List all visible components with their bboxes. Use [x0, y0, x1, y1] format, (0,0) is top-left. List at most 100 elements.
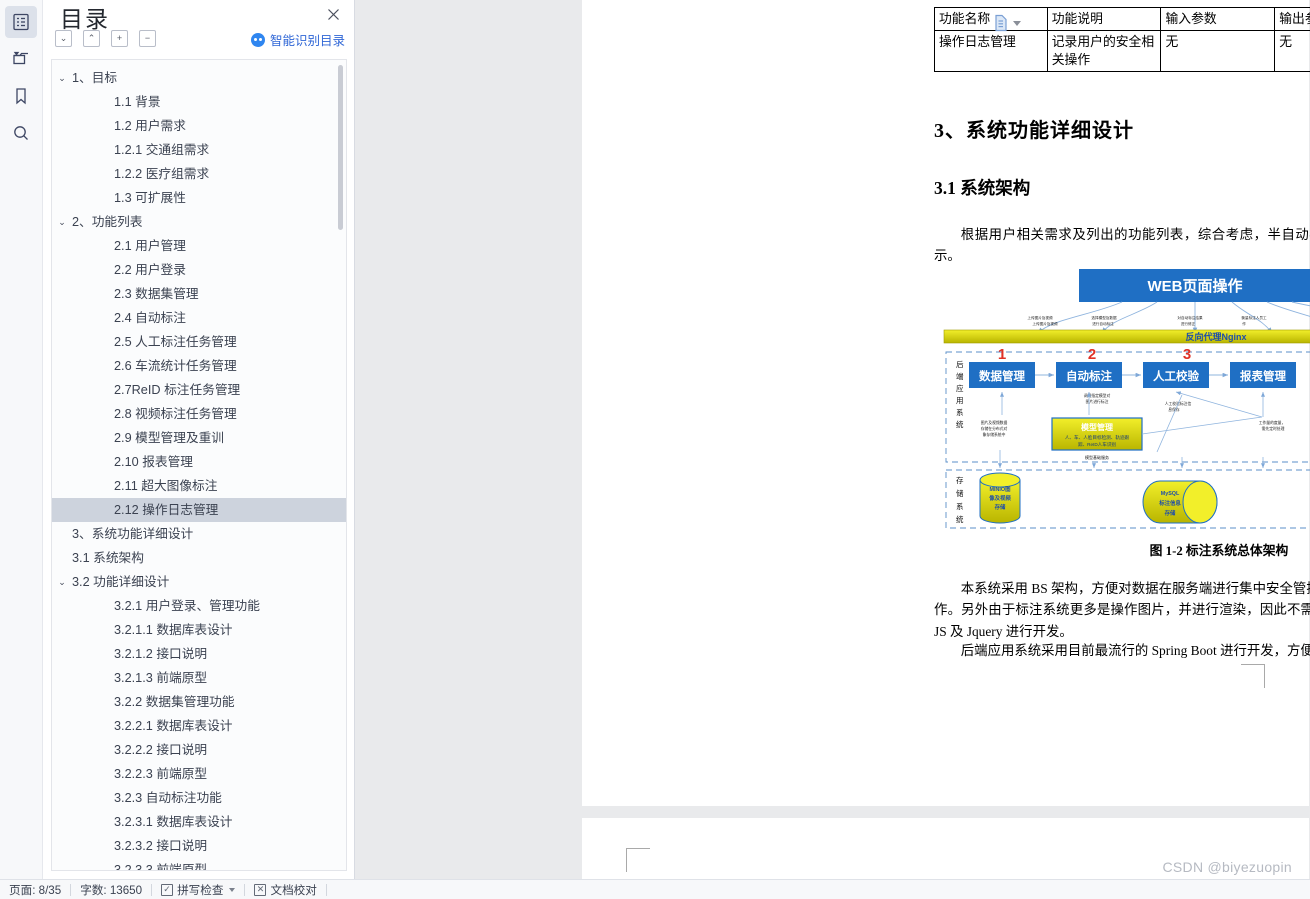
toc-item-label: 3.2.3 自动标注功能	[114, 791, 222, 805]
toc-item[interactable]: 3.2.3 自动标注功能	[52, 786, 346, 810]
chevron-down-icon[interactable]: ⌄	[56, 66, 68, 90]
spellcheck-button[interactable]: ✓ 拼写检查	[152, 880, 244, 899]
close-icon[interactable]	[323, 4, 343, 24]
toc-item[interactable]: 2.6 车流统计任务管理	[52, 354, 346, 378]
smart-ai-icon	[250, 32, 265, 47]
svg-text:选择模型及数据: 选择模型及数据	[1091, 315, 1117, 320]
diagram-module-box: 自动标注	[1066, 369, 1112, 383]
toc-item[interactable]: 3.2.1.2 接口说明	[52, 642, 346, 666]
table-cell: 操作日志管理	[934, 30, 1048, 73]
toc-item[interactable]: 3.2.1 用户登录、管理功能	[52, 594, 346, 618]
toc-item[interactable]: ⌄ 1、目标	[52, 66, 346, 90]
toc-item-label: 3.2.2.1 数据库表设计	[114, 719, 233, 733]
toc-item[interactable]: 3.2.3.2 接口说明	[52, 834, 346, 858]
divider	[325, 883, 327, 896]
svg-text:标注信息: 标注信息	[1158, 499, 1181, 507]
svg-text:息保存: 息保存	[1168, 407, 1180, 412]
toc-item-label: 3.2.3.3 前端原型	[114, 863, 208, 871]
document-viewport[interactable]: 2.12 操作日志管理 功能名称 功能说明 输入参数 输出参数 操作日志管理 记…	[355, 0, 1310, 879]
toc-item-label: 2.1 用户管理	[114, 239, 186, 253]
toc-item[interactable]: 3.2.2 数据集管理功能	[52, 690, 346, 714]
toc-item[interactable]: ⌄ 3.2 功能详细设计	[52, 570, 346, 594]
proofread-label: 文档校对	[270, 883, 317, 897]
svg-text:2: 2	[1088, 346, 1096, 363]
watermark: CSDN @biyezuopin	[1162, 859, 1292, 875]
table-header-row: 功能名称 功能说明 输入参数 输出参数	[934, 6, 1310, 32]
collapse-up-button[interactable]: ⌃	[83, 30, 100, 47]
toc-item[interactable]: 2.11 超大图像标注	[52, 474, 346, 498]
toc-item[interactable]: 2.10 报表管理	[52, 450, 346, 474]
toc-item[interactable]: 2.3 数据集管理	[52, 282, 346, 306]
chevron-down-icon[interactable]: ⌄	[56, 210, 68, 234]
sidebar-icon-rail	[0, 0, 43, 879]
svg-text:进行自动标注: 进行自动标注	[1092, 321, 1114, 326]
toc-item[interactable]: 2.9 模型管理及重训	[52, 426, 346, 450]
x-mark-icon: ✕	[254, 883, 267, 896]
chevron-down-icon	[229, 887, 236, 892]
toc-item[interactable]: 1.2.2 医疗组需求	[52, 162, 346, 186]
toc-panel: 目录 ⌄ ⌃ + − 智能识别目录 ⌄ 1、目标 1.1 背景 1.2 用户需求…	[43, 0, 355, 879]
status-word-count[interactable]: 字数: 13650	[71, 880, 151, 899]
toc-item[interactable]: 1.3 可扩展性	[52, 186, 346, 210]
checkmark-icon: ✓	[161, 883, 174, 896]
toc-scrollbar[interactable]	[338, 65, 343, 230]
svg-text:用: 用	[956, 396, 964, 405]
search-icon[interactable]	[5, 117, 37, 149]
svg-text:调用指定模型对: 调用指定模型对	[1084, 393, 1111, 398]
diagram-module-box: 人工校验	[1153, 369, 1199, 383]
table-cell: 无	[1274, 30, 1310, 73]
toc-item[interactable]: 1.2 用户需求	[52, 114, 346, 138]
toc-item[interactable]: 3、系统功能详细设计	[52, 522, 346, 546]
bookmark-icon[interactable]	[5, 80, 37, 112]
toc-item[interactable]: ⌄ 2、功能列表	[52, 210, 346, 234]
document-format-icon[interactable]	[993, 14, 1021, 32]
toc-document-icon[interactable]	[5, 6, 37, 38]
table-header-cell: 输出参数	[1274, 6, 1310, 32]
svg-text:存储在分布式对: 存储在分布式对	[981, 426, 1008, 431]
toc-item[interactable]: 2.4 自动标注	[52, 306, 346, 330]
toc-item-label: 3.2.3.1 数据库表设计	[114, 815, 233, 829]
toc-item-label: 3.2.3.2 接口说明	[114, 839, 208, 853]
toc-item-label: 2.2 用户登录	[114, 263, 186, 277]
toc-item[interactable]: 2.12 操作日志管理	[52, 498, 346, 522]
svg-text:存储: 存储	[995, 503, 1006, 511]
toc-item-label: 1、目标	[72, 71, 118, 85]
toc-item-label: 2.4 自动标注	[114, 311, 186, 325]
toc-item-label: 2、功能列表	[72, 215, 143, 229]
toc-item-label: 3.2.1.1 数据库表设计	[114, 623, 233, 637]
toc-item[interactable]: 2.5 人工标注任务管理	[52, 330, 346, 354]
toc-item[interactable]: 2.8 视频标注任务管理	[52, 402, 346, 426]
diagram-storage-label: 存	[956, 475, 964, 485]
chevron-down-icon[interactable]: ⌄	[56, 570, 68, 594]
toc-item-label: 2.12 操作日志管理	[114, 503, 219, 517]
proofread-button[interactable]: ✕ 文档校对	[245, 880, 325, 899]
toc-item[interactable]: 1.1 背景	[52, 90, 346, 114]
smart-recognize-toc-label: 智能识别目录	[269, 34, 345, 48]
toc-item-label: 1.2 用户需求	[114, 119, 186, 133]
svg-text:MINIO图: MINIO图	[990, 485, 1012, 493]
diagram-module-box: 报表管理	[1240, 369, 1286, 383]
expand-all-button[interactable]: +	[111, 30, 128, 47]
toc-item[interactable]: 2.7ReID 标注任务管理	[52, 378, 346, 402]
toc-item[interactable]: 3.2.2.2 接口说明	[52, 738, 346, 762]
toc-item[interactable]: 3.1 系统架构	[52, 546, 346, 570]
figure-caption: 图 1-2 标注系统总体架构	[1149, 544, 1289, 558]
toc-item[interactable]: 2.1 用户管理	[52, 234, 346, 258]
table-header-cell: 功能说明	[1046, 6, 1162, 32]
collapse-down-button[interactable]: ⌄	[55, 30, 72, 47]
toc-item[interactable]: 3.2.2.1 数据库表设计	[52, 714, 346, 738]
toc-item-label: 3.2.1.3 前端原型	[114, 671, 208, 685]
smart-recognize-toc-button[interactable]: 智能识别目录	[250, 30, 345, 49]
toc-item[interactable]: 3.2.1.1 数据库表设计	[52, 618, 346, 642]
toc-list-container[interactable]: ⌄ 1、目标 1.1 背景 1.2 用户需求 1.2.1 交通组需求 1.2.2 医疗组需…	[51, 59, 347, 871]
svg-text:存储: 存储	[1165, 509, 1176, 517]
collapse-all-button[interactable]: −	[139, 30, 156, 47]
toc-item[interactable]: 3.2.1.3 前端原型	[52, 666, 346, 690]
toc-item[interactable]: 3.2.3.3 前端原型	[52, 858, 346, 871]
toc-item[interactable]: 2.2 用户登录	[52, 258, 346, 282]
toc-item[interactable]: 1.2.1 交通组需求	[52, 138, 346, 162]
folder-icon[interactable]	[5, 43, 37, 75]
toc-item[interactable]: 3.2.2.3 前端原型	[52, 762, 346, 786]
toc-item[interactable]: 3.2.3.1 数据库表设计	[52, 810, 346, 834]
status-page-indicator[interactable]: 页面: 8/35	[0, 880, 70, 899]
